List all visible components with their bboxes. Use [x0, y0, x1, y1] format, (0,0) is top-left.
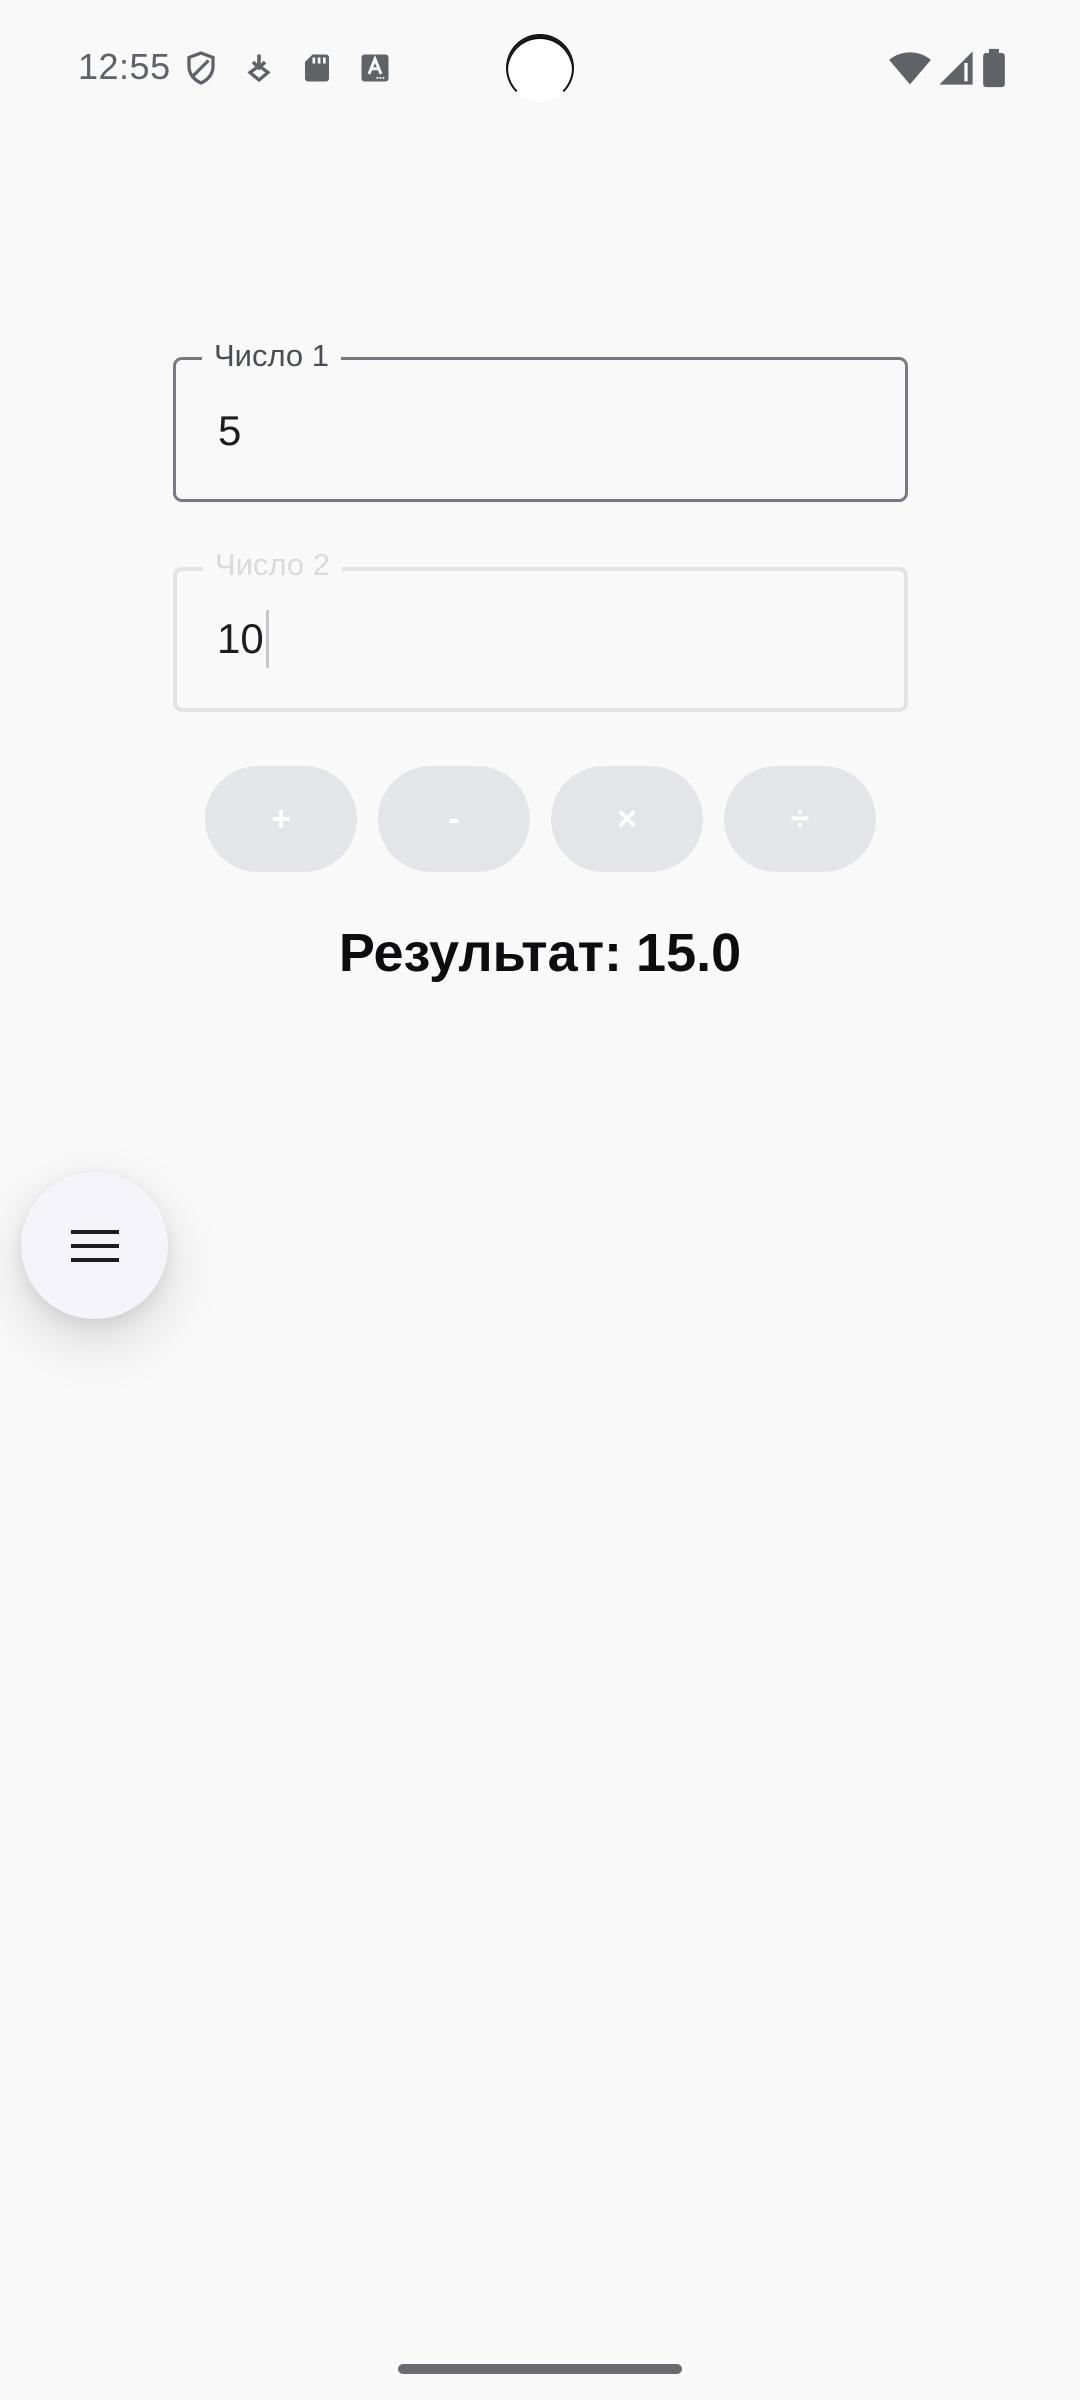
number2-label: Число 2 [203, 545, 343, 585]
cellular-signal-icon [939, 51, 973, 85]
result-value: 15.0 [636, 923, 742, 983]
result-text: Результат: 15.0 [0, 918, 1080, 988]
number2-value-wrap[interactable]: 10 [217, 609, 269, 668]
number1-field[interactable]: Число 1 5 [173, 336, 908, 502]
font-a-icon [361, 54, 389, 82]
wifi-icon [889, 52, 931, 85]
result-label: Результат: [338, 923, 623, 983]
battery-icon [983, 48, 1005, 88]
number1-value[interactable]: 5 [218, 406, 241, 456]
multiply-button[interactable]: × [551, 766, 703, 872]
menu-fab[interactable] [21, 1172, 168, 1319]
menu-icon [70, 1229, 119, 1262]
status-bar: 12:55 [0, 0, 1080, 136]
divide-button[interactable]: ÷ [724, 766, 876, 872]
text-cursor [265, 609, 269, 668]
number2-value[interactable]: 10 [217, 615, 264, 662]
gesture-navigation-bar[interactable] [398, 2364, 682, 2374]
shield-icon [187, 51, 215, 85]
download-icon [247, 54, 271, 83]
number1-label: Число 1 [202, 336, 342, 376]
subtract-button[interactable]: - [378, 766, 530, 872]
calculator-screen: 12:55 Число 1 5 Число 2 10 + - × ÷ Резул… [0, 0, 1080, 2400]
status-time: 12:55 [78, 46, 171, 87]
add-button[interactable]: + [205, 766, 357, 872]
camera-cutout [506, 34, 574, 102]
sd-card-icon [305, 54, 329, 82]
number2-field[interactable]: Число 2 10 [173, 545, 908, 712]
